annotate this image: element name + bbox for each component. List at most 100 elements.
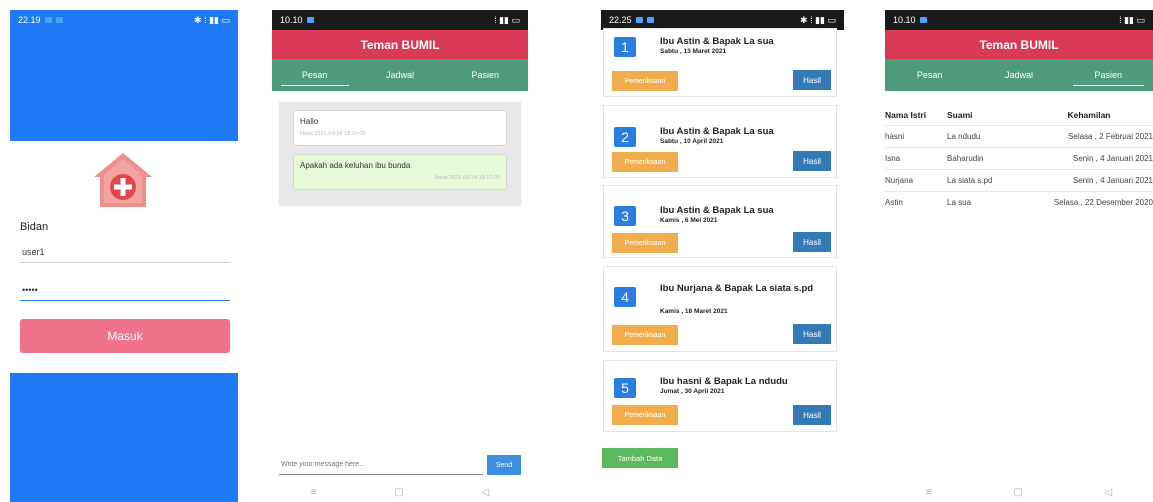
signal-battery-icon: ✱ ⁞ ▮▮ ▭ [194,14,230,25]
message-list: Hallo Hasa 2021-03-24 18:16:00 Apakah ad… [279,102,521,206]
table-cell: La sua [943,190,1025,213]
role-label: Bidan [20,221,49,233]
tab-pasien[interactable]: Pasien [443,59,528,91]
column-header: Suami [947,109,973,120]
schedule-date: Kamis , 6 Mei 2021 [660,217,718,224]
pemeriksaan-button[interactable]: Pemeriksaan [612,405,678,425]
notification-icon [635,17,643,23]
schedule-number: 4 [614,287,636,307]
back-icon[interactable]: ◁ [1104,487,1112,498]
login-screen: 22.19 ✱ ⁞ ▮▮ ▭ Bidan Masuk [10,10,238,502]
signal-battery-icon: ⁞ ▮▮ ▭ [494,14,520,25]
table-cell: Nurjana [885,168,943,191]
notification-icon [646,17,654,23]
status-bar: 10.10 ⁞ ▮▮ ▭ [272,10,528,30]
table-cell: La siata s.pd [943,168,1025,191]
status-time: 22.25 [609,15,632,25]
pemeriksaan-button[interactable]: Pemeriksaan [612,325,678,345]
patients-screen: 10.10 ⁞ ▮▮ ▭ Teman BUMIL Pesan Jadwal Pa… [885,10,1153,502]
send-button[interactable]: Send [487,455,521,475]
schedule-title: Ibu Astin & Bapak La sua [660,205,774,216]
pemeriksaan-button[interactable]: Pemeriksaan [612,233,678,253]
schedule-number: 3 [614,206,636,226]
table-row[interactable]: Isna Baharudin Senin , 4 Januari 2021 [885,146,1153,169]
tab-bar: Pesan Jadwal Pasien [272,59,528,91]
message-input[interactable] [279,455,483,475]
home-icon[interactable]: ▢ [394,487,403,498]
table-cell: Baharudin [943,146,1025,169]
patients-table: Nama Istri Suami Kehamilan hasni La ndud… [885,105,1153,213]
pemeriksaan-button[interactable]: Pemeriksaan [612,152,678,172]
message-meta: Asrat 2021-03-24 18:17:00 [434,175,500,181]
table-cell: hasni [885,124,943,147]
tab-jadwal[interactable]: Jadwal [357,59,442,91]
home-icon[interactable]: ▢ [1013,487,1022,498]
schedule-title: Ibu Nurjana & Bapak La siata s.pd [660,283,814,294]
schedule-date: Kamis , 18 Maret 2021 [660,308,728,315]
tambah-data-button[interactable]: Tambah Data [602,448,678,468]
table-header-row: Nama Istri Suami Kehamilan [885,105,1153,125]
table-row[interactable]: Astin La sua Selasa , 22 Desember 2020 [885,190,1153,213]
menu-icon[interactable]: ≡ [926,487,932,498]
hasil-button[interactable]: Hasil [793,324,831,344]
notification-icon [919,17,927,23]
username-input[interactable] [20,241,230,263]
table-row[interactable]: hasni La ndudu Selasa , 2 Februai 2021 [885,124,1153,147]
compose-bar: Send [279,454,521,476]
schedule-card: 4 Ibu Nurjana & Bapak La siata s.pd Kami… [603,266,837,352]
chat-screen: 10.10 ⁞ ▮▮ ▭ Teman BUMIL Pesan Jadwal Pa… [272,10,528,502]
tab-pesan[interactable]: Pesan [885,59,974,91]
message-meta: Hasa 2021-03-24 18:16:00 [300,131,366,137]
login-card: Bidan Masuk [10,141,238,373]
schedule-card: 3 Ibu Astin & Bapak La sua Kamis , 6 Mei… [603,185,837,258]
signal-battery-icon: ✱ ⁞ ▮▮ ▭ [800,14,836,25]
hasil-button[interactable]: Hasil [793,70,831,90]
status-bar: 10.10 ⁞ ▮▮ ▭ [885,10,1153,30]
schedule-number: 1 [614,37,636,57]
column-header: Kehamilan [1067,109,1111,120]
schedule-card: 1 Ibu Astin & Bapak La sua Sabtu , 13 Ma… [603,28,837,97]
hasil-button[interactable]: Hasil [793,151,831,171]
message-text: Hallo [300,117,319,126]
table-row[interactable]: Nurjana La siata s.pd Senin , 4 Januari … [885,168,1153,191]
tab-pesan[interactable]: Pesan [272,59,357,91]
schedule-title: Ibu Astin & Bapak La sua [660,126,774,137]
password-input[interactable] [20,279,230,301]
pemeriksaan-button[interactable]: Pemeriksaan [612,71,678,91]
notification-icon [44,17,52,23]
status-time: 10.10 [280,15,303,25]
status-time: 10.10 [893,15,916,25]
notification-icon [306,17,314,23]
message-bubble: Apakah ada keluhan ibu bunda Asrat 2021-… [293,154,507,190]
login-button[interactable]: Masuk [20,319,230,353]
status-bar: 22.19 ✱ ⁞ ▮▮ ▭ [10,10,238,30]
android-nav-bar: ≡ ▢ ◁ [272,482,528,502]
hasil-button[interactable]: Hasil [793,405,831,425]
table-cell: Isna [885,146,943,169]
health-home-icon [94,153,152,207]
table-cell: Senin , 4 Januari 2021 [1025,146,1153,169]
message-bubble: Hallo Hasa 2021-03-24 18:16:00 [293,110,507,146]
schedule-date: Sabtu , 10 April 2021 [660,138,724,145]
tab-jadwal[interactable]: Jadwal [974,59,1063,91]
schedule-title: Ibu hasni & Bapak La ndudu [660,376,788,387]
table-cell: Selasa , 22 Desember 2020 [1025,190,1153,213]
tab-pasien[interactable]: Pasien [1064,59,1153,91]
schedule-date: Jumat , 30 April 2021 [660,388,725,395]
column-header: Nama Istri [885,109,927,120]
menu-icon[interactable]: ≡ [311,487,317,498]
schedule-title: Ibu Astin & Bapak La sua [660,36,774,47]
app-title: Teman BUMIL [885,30,1153,59]
back-icon[interactable]: ◁ [481,487,489,498]
schedule-number: 2 [614,127,636,147]
status-time: 22.19 [18,15,41,25]
schedule-screen: 22.25 ✱ ⁞ ▮▮ ▭ 1 Ibu Astin & Bapak La su… [601,10,844,502]
hasil-button[interactable]: Hasil [793,232,831,252]
table-cell: Selasa , 2 Februai 2021 [1025,124,1153,147]
table-cell: Astin [885,190,943,213]
tab-bar: Pesan Jadwal Pasien [885,59,1153,91]
signal-battery-icon: ⁞ ▮▮ ▭ [1119,14,1145,25]
message-text: Apakah ada keluhan ibu bunda [300,161,411,170]
status-bar: 22.25 ✱ ⁞ ▮▮ ▭ [601,10,844,30]
table-cell: La ndudu [943,124,1025,147]
